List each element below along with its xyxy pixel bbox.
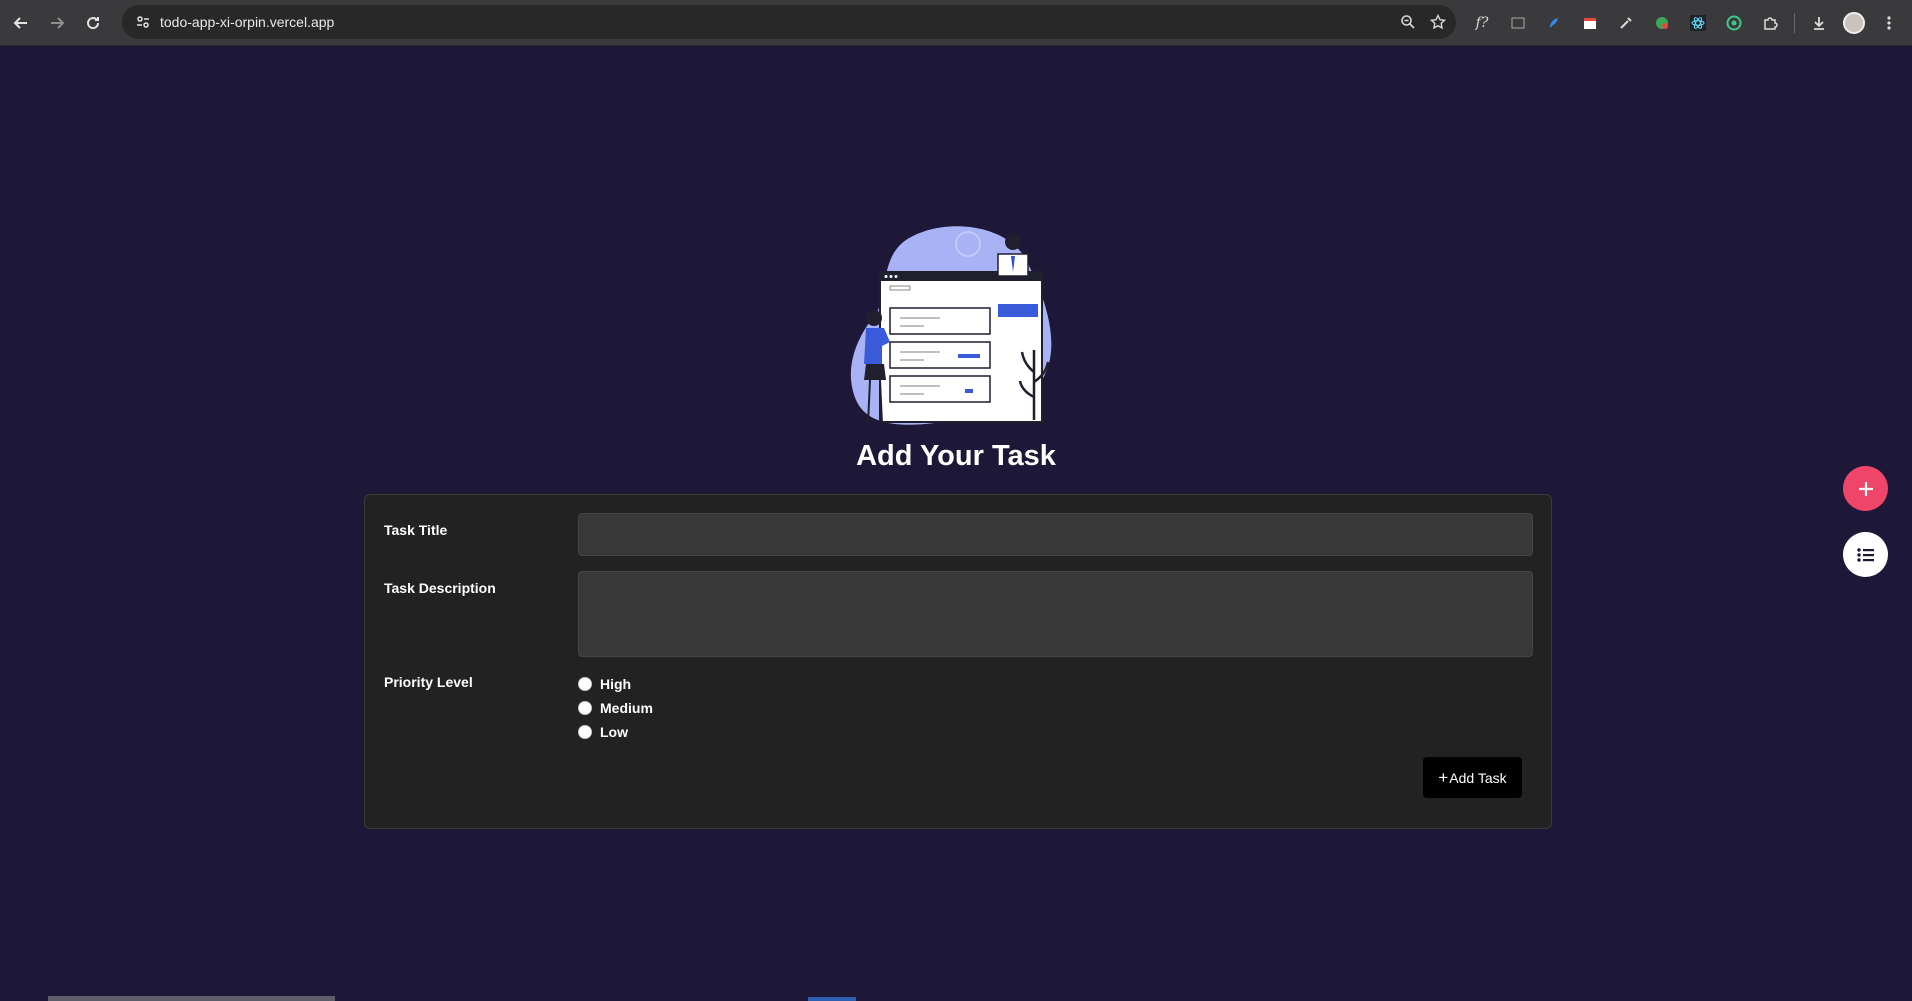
add-task-button[interactable]: + Add Task	[1423, 757, 1522, 798]
back-button[interactable]	[6, 8, 36, 38]
tasks-illustration	[850, 226, 1052, 425]
add-task-fab[interactable]	[1843, 466, 1888, 511]
priority-option-high[interactable]: High	[578, 672, 653, 696]
plus-icon: +	[1438, 767, 1449, 787]
target-extension-icon[interactable]	[1722, 11, 1746, 35]
add-task-form: Task Title Task Description Priority Lev…	[364, 494, 1552, 829]
task-title-label: Task Title	[384, 522, 448, 538]
url-text: todo-app-xi-orpin.vercel.app	[160, 14, 335, 30]
green-extension-icon[interactable]	[1650, 11, 1674, 35]
task-list-fab[interactable]	[1843, 532, 1888, 577]
browser-toolbar: todo-app-xi-orpin.vercel.app f?	[0, 0, 1912, 46]
back-arrow-icon	[13, 16, 27, 29]
address-bar[interactable]: todo-app-xi-orpin.vercel.app	[122, 5, 1456, 39]
kebab-menu-icon[interactable]	[1877, 11, 1901, 35]
priority-option-medium[interactable]: Medium	[578, 696, 653, 720]
zoom-icon[interactable]	[1400, 14, 1416, 30]
task-description-textarea[interactable]	[578, 571, 1533, 657]
forward-button[interactable]	[42, 8, 72, 38]
profile-avatar[interactable]	[1843, 12, 1865, 34]
star-icon[interactable]	[1430, 14, 1446, 30]
forward-arrow-icon	[51, 16, 65, 29]
list-icon	[1856, 547, 1874, 562]
priority-option-label: Low	[600, 724, 628, 740]
reload-icon	[87, 16, 100, 29]
blue-extension-icon[interactable]	[1542, 11, 1566, 35]
priority-option-label: High	[600, 676, 632, 692]
radio-button[interactable]	[578, 725, 592, 739]
site-info-icon[interactable]	[128, 7, 158, 37]
formula-extension-icon[interactable]: f?	[1470, 11, 1494, 35]
window-extension-icon[interactable]	[1506, 11, 1530, 35]
page-title: Add Your Task	[856, 440, 1056, 472]
eyedropper-icon[interactable]	[1614, 11, 1638, 35]
download-icon[interactable]	[1807, 11, 1831, 35]
taskbar-indicator	[808, 997, 856, 1001]
task-description-label: Task Description	[384, 580, 496, 596]
toolbar-separator	[1794, 13, 1795, 33]
add-task-button-label: Add Task	[1449, 769, 1507, 786]
radio-button[interactable]	[578, 677, 592, 691]
radio-button[interactable]	[578, 701, 592, 715]
plus-icon	[1858, 481, 1873, 496]
reload-button[interactable]	[78, 8, 108, 38]
priority-option-label: Medium	[600, 700, 653, 716]
extensions-bar: f?	[1470, 8, 1901, 38]
priority-level-label: Priority Level	[384, 674, 473, 690]
react-devtools-icon[interactable]	[1686, 11, 1710, 35]
puzzle-extensions-icon[interactable]	[1758, 11, 1782, 35]
priority-radio-group: High Medium Low	[578, 672, 653, 744]
priority-option-low[interactable]: Low	[578, 720, 653, 744]
task-title-input[interactable]	[578, 513, 1533, 556]
taskbar-strip	[48, 996, 335, 1001]
calendar-extension-icon[interactable]	[1578, 11, 1602, 35]
